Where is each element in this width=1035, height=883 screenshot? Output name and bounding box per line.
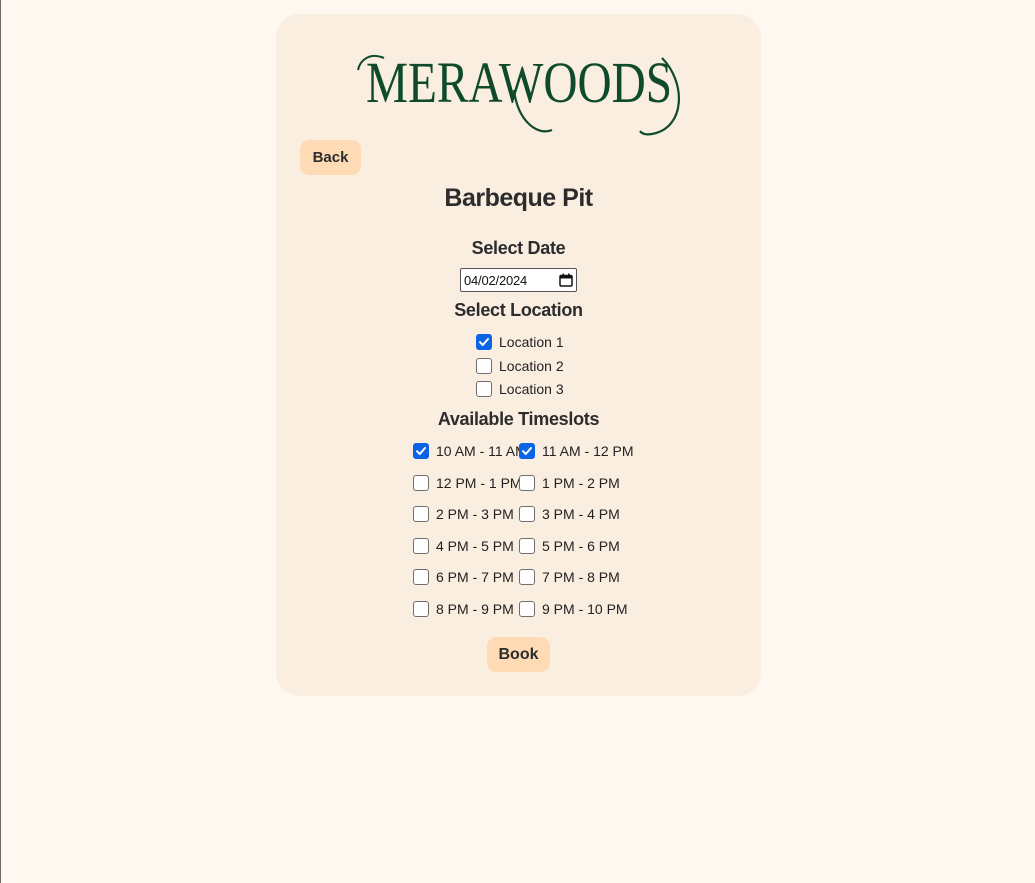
timeslot-checkbox[interactable] bbox=[519, 443, 535, 459]
timeslot-label: 12 PM - 1 PM bbox=[436, 475, 522, 491]
timeslot-label: 9 PM - 10 PM bbox=[542, 601, 628, 617]
timeslot-option[interactable]: 6 PM - 7 PM bbox=[413, 569, 514, 585]
timeslot-checkbox[interactable] bbox=[413, 601, 429, 617]
timeslot-checkbox[interactable] bbox=[519, 569, 535, 585]
logo-wordmark: MERAWOODS bbox=[366, 50, 672, 115]
timeslot-label: 1 PM - 2 PM bbox=[542, 475, 620, 491]
date-input[interactable]: 04/02/2024 bbox=[460, 268, 577, 292]
location-option[interactable]: Location 2 bbox=[476, 358, 564, 374]
timeslot-label: 3 PM - 4 PM bbox=[542, 506, 620, 522]
merawoods-logo: MERAWOODS bbox=[356, 36, 682, 138]
location-option[interactable]: Location 1 bbox=[476, 334, 564, 350]
timeslot-checkbox[interactable] bbox=[519, 538, 535, 554]
location-1-checkbox[interactable] bbox=[476, 334, 492, 350]
timeslot-label: 6 PM - 7 PM bbox=[436, 569, 514, 585]
calendar-icon[interactable] bbox=[559, 273, 573, 287]
timeslot-label: 11 AM - 12 PM bbox=[542, 443, 634, 459]
booking-card: MERAWOODS Back Barbeque Pit Select Date … bbox=[276, 14, 761, 696]
location-1-label: Location 1 bbox=[499, 334, 564, 350]
timeslot-option[interactable]: 11 AM - 12 PM bbox=[519, 443, 634, 459]
timeslot-option[interactable]: 3 PM - 4 PM bbox=[519, 506, 620, 522]
page-title: Barbeque Pit bbox=[444, 184, 593, 212]
location-3-checkbox[interactable] bbox=[476, 381, 492, 397]
location-option[interactable]: Location 3 bbox=[476, 381, 564, 397]
timeslot-label: 5 PM - 6 PM bbox=[542, 538, 620, 554]
timeslot-checkbox[interactable] bbox=[413, 475, 429, 491]
timeslot-option[interactable]: 4 PM - 5 PM bbox=[413, 538, 514, 554]
timeslot-label: 10 AM - 11 AM bbox=[436, 443, 527, 459]
timeslot-checkbox[interactable] bbox=[413, 538, 429, 554]
select-date-heading: Select Date bbox=[471, 238, 566, 258]
timeslot-label: 2 PM - 3 PM bbox=[436, 506, 514, 522]
timeslot-option[interactable]: 5 PM - 6 PM bbox=[519, 538, 620, 554]
timeslot-label: 7 PM - 8 PM bbox=[542, 569, 620, 585]
timeslot-option[interactable]: 9 PM - 10 PM bbox=[519, 601, 628, 617]
timeslot-option[interactable]: 7 PM - 8 PM bbox=[519, 569, 620, 585]
book-button[interactable]: Book bbox=[487, 637, 550, 672]
timeslot-label: 4 PM - 5 PM bbox=[436, 538, 514, 554]
timeslot-option[interactable]: 8 PM - 9 PM bbox=[413, 601, 514, 617]
timeslot-checkbox[interactable] bbox=[413, 443, 429, 459]
timeslot-label: 8 PM - 9 PM bbox=[436, 601, 514, 617]
timeslot-checkbox[interactable] bbox=[519, 601, 535, 617]
timeslot-option[interactable]: 12 PM - 1 PM bbox=[413, 475, 522, 491]
timeslot-checkbox[interactable] bbox=[413, 506, 429, 522]
timeslot-checkbox[interactable] bbox=[413, 569, 429, 585]
select-location-heading: Select Location bbox=[454, 300, 583, 320]
available-timeslots-heading: Available Timeslots bbox=[437, 409, 600, 429]
timeslot-option[interactable]: 2 PM - 3 PM bbox=[413, 506, 514, 522]
timeslot-checkbox[interactable] bbox=[519, 475, 535, 491]
back-button[interactable]: Back bbox=[300, 140, 361, 175]
date-value: 04/02/2024 bbox=[464, 272, 528, 288]
location-2-checkbox[interactable] bbox=[476, 358, 492, 374]
timeslot-option[interactable]: 10 AM - 11 AM bbox=[413, 443, 527, 459]
location-3-label: Location 3 bbox=[499, 381, 564, 397]
timeslot-option[interactable]: 1 PM - 2 PM bbox=[519, 475, 620, 491]
location-2-label: Location 2 bbox=[499, 358, 564, 374]
timeslot-checkbox[interactable] bbox=[519, 506, 535, 522]
